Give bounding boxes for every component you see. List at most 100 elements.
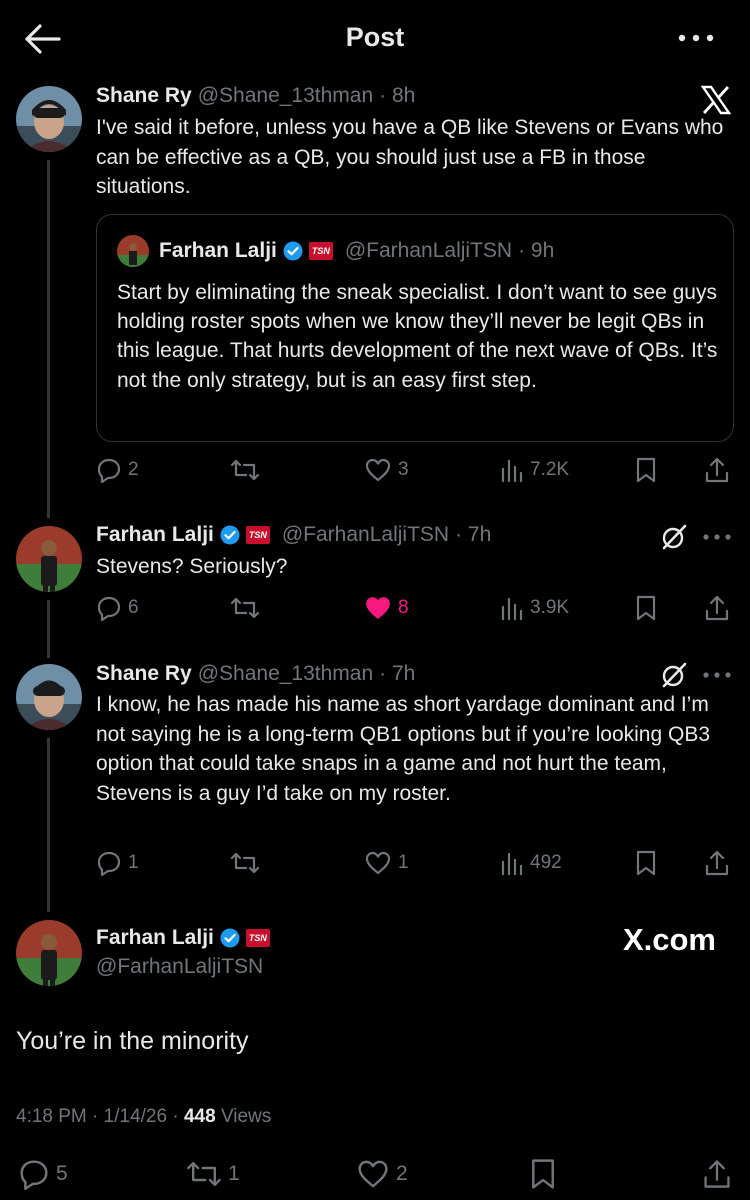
- share-button[interactable]: [704, 454, 730, 486]
- post-date: 1/14/26: [103, 1106, 168, 1127]
- share-icon: [704, 849, 730, 877]
- like-button[interactable]: 8: [364, 592, 409, 624]
- like-count: 2: [396, 1162, 408, 1185]
- author-handle[interactable]: @FarhanLaljiTSN: [96, 955, 263, 979]
- more-options-icon[interactable]: [702, 668, 732, 687]
- timestamp: · 8h: [379, 84, 416, 107]
- tweet-header: Farhan Lalji TSN @FarhanLaljiTSN · 7h: [96, 523, 491, 547]
- thread-line: [47, 738, 50, 912]
- repost-button[interactable]: [230, 592, 260, 624]
- share-button[interactable]: [704, 592, 730, 624]
- views-chart-icon: [500, 850, 524, 876]
- avatar[interactable]: [16, 86, 82, 152]
- reply-count: 5: [56, 1162, 68, 1185]
- views-button[interactable]: 3.9K: [500, 592, 569, 624]
- more-options-icon[interactable]: [676, 28, 716, 48]
- verified-badge-icon: [283, 241, 303, 261]
- page-title: Post: [345, 22, 405, 52]
- author-handle[interactable]: @FarhanLaljiTSN: [282, 523, 449, 547]
- like-count: 3: [398, 459, 409, 480]
- bookmark-button[interactable]: [634, 592, 658, 624]
- views-chart-icon: [500, 595, 524, 621]
- avatar[interactable]: [16, 526, 82, 592]
- author-name: Farhan Lalji: [159, 239, 277, 262]
- author-name-row[interactable]: Farhan Lalji TSN: [96, 926, 270, 950]
- tsn-affiliate-badge: TSN: [245, 929, 270, 947]
- author-name[interactable]: Shane Ry: [96, 662, 192, 686]
- share-icon: [704, 456, 730, 484]
- timestamp: · 7h: [455, 523, 492, 546]
- author-name[interactable]: Shane Ry: [96, 84, 192, 108]
- quoted-tweet[interactable]: Farhan Lalji TSN @FarhanLaljiTSN · 9h St…: [96, 214, 734, 442]
- reply-button[interactable]: 2: [96, 454, 139, 486]
- repost-icon: [230, 595, 260, 621]
- main-tweet-text: You’re in the minority: [16, 1027, 249, 1055]
- reply-button[interactable]: 1: [96, 847, 139, 879]
- quote-header: Farhan Lalji TSN @FarhanLaljiTSN · 9h: [159, 239, 554, 263]
- reply-icon: [96, 850, 122, 876]
- views-count: 3.9K: [530, 597, 570, 618]
- bookmark-button[interactable]: [528, 1156, 558, 1192]
- thread-line: [47, 600, 50, 658]
- top-bar: Post: [0, 0, 750, 78]
- timestamp: · 7h: [379, 662, 416, 685]
- views-label: Views: [220, 1106, 272, 1127]
- repost-button[interactable]: [230, 847, 260, 879]
- post-time: 4:18 PM: [16, 1106, 87, 1127]
- repost-count: 1: [228, 1162, 240, 1185]
- author-name[interactable]: Farhan Lalji: [96, 523, 214, 547]
- author-name: Farhan Lalji: [96, 926, 214, 949]
- bookmark-icon: [634, 456, 658, 484]
- verified-badge-icon: [220, 928, 240, 948]
- reply-button[interactable]: 5: [18, 1156, 68, 1192]
- views-button[interactable]: 492: [500, 847, 562, 879]
- views-button[interactable]: 7.2K: [500, 454, 569, 486]
- tweet-header: Shane Ry @Shane_13thman · 8h: [96, 84, 415, 108]
- share-button[interactable]: [704, 847, 730, 879]
- views-chart-icon: [500, 457, 524, 483]
- thread-line: [47, 160, 50, 518]
- post-meta: 4:18 PM · 1/14/26 · 448 Views: [16, 1106, 272, 1127]
- tweet-actions: 1 1 492: [96, 847, 736, 879]
- repost-icon: [230, 457, 260, 483]
- avatar[interactable]: [16, 664, 82, 730]
- bookmark-button[interactable]: [634, 847, 658, 879]
- verified-badge-icon: [220, 525, 240, 545]
- share-button[interactable]: [702, 1156, 732, 1192]
- bookmark-icon: [634, 849, 658, 877]
- reply-icon: [18, 1158, 50, 1190]
- tweet-header: Shane Ry @Shane_13thman · 7h: [96, 662, 415, 686]
- like-button[interactable]: 2: [356, 1156, 408, 1192]
- reply-count: 1: [128, 852, 139, 873]
- views-count: 492: [530, 852, 562, 873]
- heart-icon: [356, 1158, 390, 1190]
- bookmark-button[interactable]: [634, 454, 658, 486]
- repost-button[interactable]: [230, 454, 260, 486]
- repost-icon: [186, 1158, 222, 1190]
- timestamp: · 9h: [518, 239, 555, 262]
- like-count: 1: [398, 852, 409, 873]
- like-button[interactable]: 1: [364, 847, 409, 879]
- tsn-affiliate-badge: TSN: [308, 242, 333, 260]
- repost-icon: [230, 850, 260, 876]
- heart-filled-icon: [364, 595, 392, 621]
- tweet-text: Stevens? Seriously?: [96, 555, 288, 578]
- tweet-text: I know, he has made his name as short ya…: [96, 693, 711, 805]
- quote-text: Start by eliminating the sneak specialis…: [117, 281, 718, 392]
- main-tweet-actions: 5 1 2: [16, 1156, 736, 1192]
- tweet-actions: 2 3 7.2K: [96, 454, 736, 486]
- heart-icon: [364, 850, 392, 876]
- share-icon: [704, 594, 730, 622]
- reply-button[interactable]: 6: [96, 592, 139, 624]
- xcom-watermark: X.com: [622, 922, 716, 957]
- like-button[interactable]: 3: [364, 454, 409, 486]
- author-handle[interactable]: @Shane_13thman: [198, 84, 373, 108]
- reply-count: 2: [128, 459, 139, 480]
- repost-button[interactable]: 1: [186, 1156, 240, 1192]
- avatar[interactable]: [16, 920, 82, 986]
- author-handle[interactable]: @Shane_13thman: [198, 662, 373, 686]
- tweet-actions: 6 8 3.9K: [96, 592, 736, 624]
- tsn-affiliate-badge: TSN: [245, 526, 270, 544]
- more-options-icon[interactable]: [702, 530, 732, 549]
- reply-count: 6: [128, 597, 139, 618]
